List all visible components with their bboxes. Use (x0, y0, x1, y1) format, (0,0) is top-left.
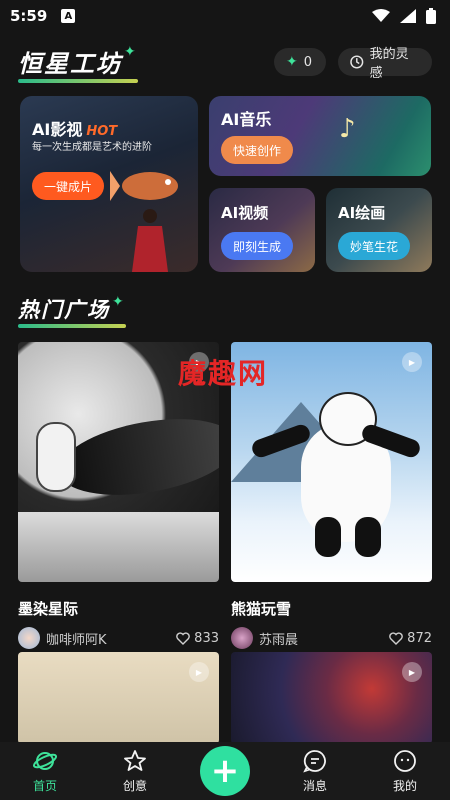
figure-illustration (132, 209, 168, 272)
face-icon (393, 749, 417, 773)
star-icon (123, 749, 147, 773)
heart-icon (176, 631, 190, 645)
sparkle-icon: ✦ (124, 44, 138, 60)
credits-count: 0 (303, 54, 313, 70)
signal-icon (400, 9, 416, 23)
play-icon: ▶ (402, 662, 422, 682)
ai-video-title: AI视频 (221, 204, 269, 222)
notification-badge-icon: A (61, 9, 76, 23)
play-icon: ▶ (189, 662, 209, 682)
ai-music-title: AI音乐 (221, 110, 272, 129)
app-brand-title: 恒星工坊 ✦ (18, 44, 138, 83)
moon-ground (18, 512, 219, 582)
heart-icon (389, 631, 403, 645)
ai-film-title: AI影视 HOT (32, 120, 118, 139)
status-time: 5:59 (10, 7, 48, 25)
my-inspiration-label: 我的灵感 (369, 47, 409, 81)
instant-generate-button[interactable]: 即刻生成 (221, 232, 293, 260)
nav-messages-label: 消息 (302, 778, 327, 793)
message-icon (303, 749, 327, 773)
status-icons (372, 8, 436, 24)
sparkle-icon: ✦ (286, 54, 298, 70)
my-inspiration-button[interactable]: 我的灵感 (338, 47, 432, 81)
hot-plaza-title: 热门广场 ✦ (18, 294, 126, 328)
ai-music-card[interactable]: AI音乐 ♪ 快速创作 (209, 96, 431, 176)
like-button[interactable]: 872 (389, 631, 432, 646)
nav-home-label: 首页 (32, 778, 57, 793)
credits-button[interactable]: ✦ 0 (274, 48, 326, 76)
nav-home[interactable]: 首页 (10, 749, 80, 794)
brush-create-button[interactable]: 妙笔生花 (338, 232, 410, 260)
brand-text: 恒星工坊 (18, 50, 122, 78)
feed-meta: 苏雨晨 872 (231, 627, 432, 649)
like-count: 833 (194, 630, 219, 646)
nav-mine-label: 我的 (392, 778, 417, 793)
ink-illustration (53, 406, 219, 508)
create-plus-button[interactable]: + (200, 746, 250, 796)
feed-thumbnail[interactable]: ▶ (231, 652, 432, 744)
nav-messages[interactable]: 消息 (280, 749, 350, 794)
avatar[interactable] (18, 627, 40, 649)
section-underline (18, 324, 126, 328)
nav-create[interactable]: 创意 (100, 749, 170, 794)
feed-item[interactable]: ▶ (231, 652, 432, 744)
quick-create-button[interactable]: 快速创作 (221, 136, 293, 164)
brand-underline (18, 79, 138, 83)
feed-item[interactable]: ▶ (18, 652, 219, 744)
ai-painting-title: AI绘画 (338, 204, 386, 222)
author-name[interactable]: 咖啡师阿K (46, 629, 107, 648)
ai-painting-card[interactable]: AI绘画 妙笔生花 (326, 188, 432, 272)
nav-mine[interactable]: 我的 (370, 749, 440, 794)
like-button[interactable]: 833 (176, 631, 219, 646)
play-icon: ▶ (402, 352, 422, 372)
one-click-film-button[interactable]: 一键成片 (32, 172, 104, 200)
watermark-text: 魔趣网 (178, 357, 269, 390)
panda-leg (315, 517, 341, 557)
avatar[interactable] (231, 627, 253, 649)
planet-icon (33, 749, 57, 773)
feed-meta: 咖啡师阿K 833 (18, 627, 219, 649)
wifi-icon (372, 9, 390, 22)
nav-create-label: 创意 (122, 778, 147, 793)
feed-thumbnail[interactable]: ▶ (18, 652, 219, 744)
sparkle-icon: ✦ (112, 294, 126, 310)
ai-film-card[interactable]: AI影视 HOT 每一次生成都是艺术的进阶 一键成片 (20, 96, 198, 272)
plus-icon: + (210, 751, 240, 791)
music-note-icon: ♪ (339, 114, 356, 144)
feed-title: 熊猫玩雪 (231, 600, 292, 618)
like-count: 872 (407, 630, 432, 646)
clock-icon (350, 55, 364, 69)
feed-title: 墨染星际 (18, 600, 79, 618)
status-bar: 5:59 A (0, 0, 450, 32)
ai-film-subtitle: 每一次生成都是艺术的进阶 (32, 142, 152, 153)
hot-tag: HOT (86, 124, 118, 139)
astronaut-illustration (36, 422, 76, 492)
author-name[interactable]: 苏雨晨 (259, 629, 298, 648)
ai-video-card[interactable]: AI视频 即刻生成 (209, 188, 315, 272)
panda-leg (355, 517, 381, 557)
battery-icon (426, 8, 436, 24)
